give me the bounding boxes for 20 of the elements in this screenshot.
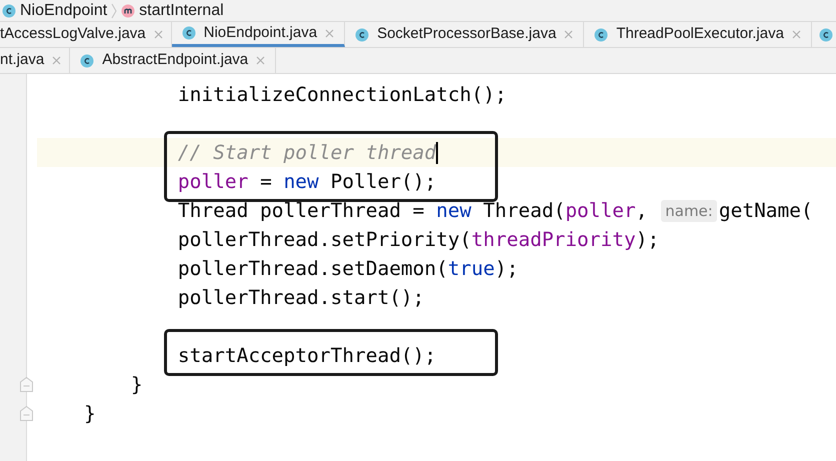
editor-tab[interactable]: SocketProcessorBase.java — [345, 22, 584, 47]
code-comment: // Start poller thread — [178, 140, 436, 166]
breadcrumb-item[interactable]: startInternal — [139, 0, 224, 22]
parameter-hint: name: — [661, 200, 717, 222]
code-line: pollerThread.setDaemon(true); — [178, 256, 518, 282]
editor-tab[interactable]: NioEndpoint.java — [172, 22, 346, 47]
code-line: } — [130, 372, 143, 398]
code-line: pollerThread.start(); — [178, 284, 424, 311]
breadcrumb-item[interactable]: NioEndpoint — [20, 0, 108, 22]
editor-tab[interactable]: nt.java — [0, 48, 70, 73]
code-line: startAcceptorThread(); — [178, 342, 436, 369]
code-line: } — [84, 400, 96, 427]
editor-tab[interactable]: AbstractEndpoint.java — [70, 48, 276, 73]
code-line: poller = new Poller(); — [178, 168, 436, 195]
editor-tab[interactable]: ThreadPoolExecutor.java — [584, 22, 812, 47]
code-line: pollerThread.setPriority(threadPriority); — [178, 226, 660, 253]
code-line: Thread pollerThread = new Thread(poller, — [178, 198, 649, 224]
code-line: initializeConnectionLatch(); — [178, 82, 507, 108]
code-line: getName( — [718, 198, 813, 224]
editor-tab[interactable]: tAccessLogValve.java — [0, 22, 172, 47]
